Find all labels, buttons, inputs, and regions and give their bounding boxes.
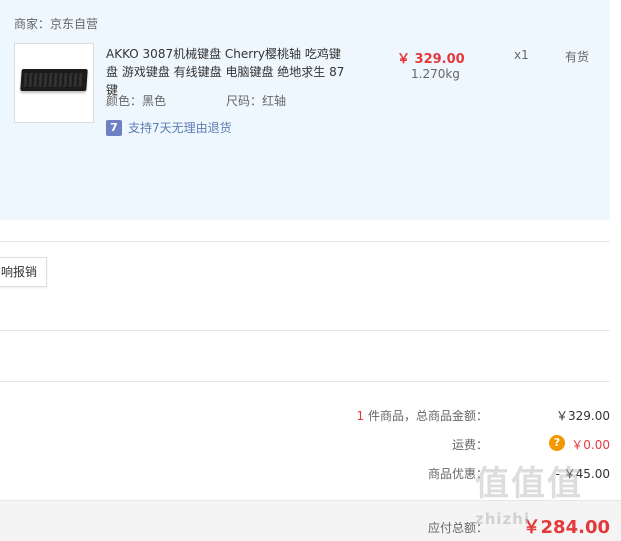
summary-goods-label: 1 件商品，总商品金额：: [357, 407, 488, 424]
watermark: 值值值: [475, 464, 583, 504]
product-image[interactable]: [14, 43, 94, 123]
keyboard-image: [20, 69, 88, 91]
product-quantity: x1: [514, 48, 529, 62]
summary-row-shipping: 运费： ￥0.00: [0, 436, 610, 456]
divider: [0, 381, 610, 382]
item-count-suffix: 件商品，总商品金额：: [364, 409, 488, 423]
total-value: ￥284.00: [522, 517, 610, 538]
stock-status: 有货: [565, 50, 590, 64]
product-title[interactable]: AKKO 3087机械键盘 Cherry樱桃轴 吃鸡键盘 游戏键盘 有线键盘 电…: [106, 45, 352, 99]
shipping-label: 运费：: [451, 438, 488, 452]
goods-total: ￥329.00: [556, 409, 610, 423]
divider: [0, 241, 610, 242]
return-policy[interactable]: 7 支持7天无理由退货: [106, 119, 232, 136]
product-size: 尺码：红轴: [226, 94, 287, 108]
return-policy-icon: 7: [106, 119, 122, 136]
divider: [0, 330, 610, 331]
summary-row-goods: 1 件商品，总商品金额： ￥329.00: [0, 407, 610, 427]
product-color: 颜色：黑色: [106, 94, 167, 108]
return-policy-text: 支持7天无理由退货: [128, 121, 232, 135]
product-weight: 1.270kg: [411, 67, 460, 81]
watermark-small: zhizhi: [475, 510, 531, 528]
shipping-help-icon[interactable]: ?: [549, 435, 565, 451]
reimbursement-button[interactable]: 响报销: [0, 257, 47, 287]
seller-name: 商家：京东自营: [14, 17, 99, 31]
product-price: ￥ 329.00: [397, 52, 465, 67]
shipping-value: ￥0.00: [571, 438, 610, 452]
